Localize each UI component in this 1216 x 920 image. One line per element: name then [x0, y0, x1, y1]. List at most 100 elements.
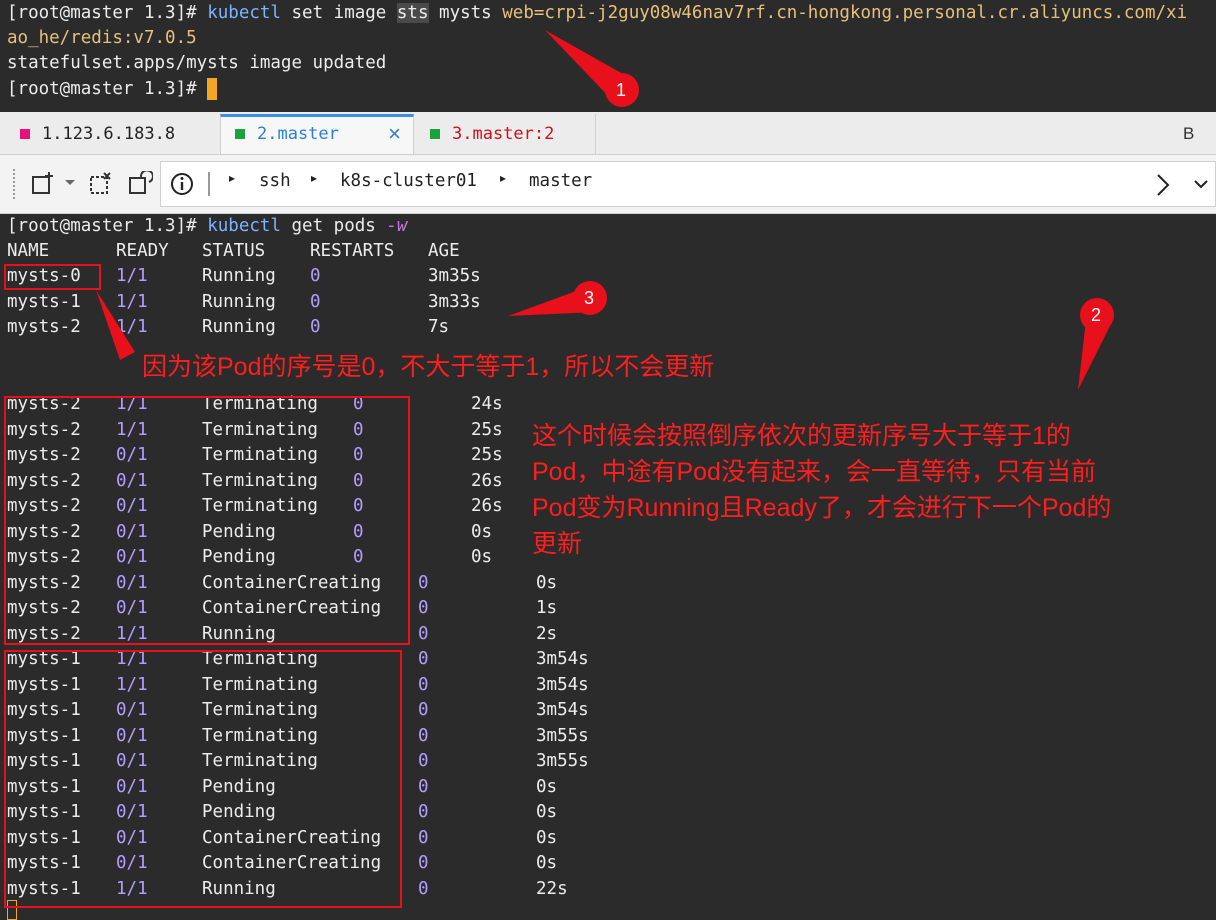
pod-age: 3m54s: [536, 674, 589, 695]
get-pods-command-line: [root@master 1.3]# kubectl get pods -w: [7, 214, 407, 239]
pod-restarts: 0: [310, 266, 321, 286]
pod-restarts: 0: [418, 776, 429, 797]
pod-restarts: 0: [418, 725, 429, 746]
command-name: kubectl: [207, 216, 281, 236]
pod-restarts: 0: [310, 291, 321, 312]
pod-restarts: 0: [418, 802, 429, 822]
pod-age: 1s: [536, 598, 558, 618]
pod-restarts: 0: [418, 878, 429, 899]
pod-age: 3m54s: [536, 649, 589, 669]
pod-restarts: 0: [310, 317, 321, 337]
chevron-right-icon[interactable]: [1155, 173, 1171, 197]
breadcrumb-ssh[interactable]: ssh: [259, 171, 291, 191]
prompt-hash: #: [186, 3, 197, 23]
pod-age: 3m54s: [536, 700, 589, 720]
pod-age: 0s: [536, 827, 558, 848]
divider: [208, 172, 210, 196]
breadcrumb-arrow-icon: ▸: [311, 171, 318, 185]
chevron-down-icon[interactable]: [1193, 179, 1209, 191]
pod-restarts: 0: [418, 649, 429, 669]
tab-label: 2.master: [257, 124, 339, 144]
new-session-icon[interactable]: [30, 171, 56, 197]
sts-arg: sts: [396, 3, 429, 23]
note-line: 更新: [532, 530, 583, 558]
set-image-command-line: [root@master 1.3]# kubectl set image sts…: [7, 1, 1187, 26]
note-line: Pod变为Running且Ready了，才会进行下一个Pod的: [532, 494, 1112, 522]
idle-prompt-line: [root@master 1.3]#: [7, 77, 218, 102]
pod-age: 2s: [536, 623, 558, 644]
breadcrumb-master[interactable]: master: [529, 171, 592, 191]
breadcrumb-arrow-icon: ▸: [500, 171, 507, 185]
set-image-result: statefulset.apps/mysts image updated: [7, 53, 387, 73]
pod-age: 7s: [428, 317, 450, 337]
pod-restarts: 0: [418, 751, 429, 771]
tab-label: 3.master:2: [452, 124, 555, 144]
pod-restarts: 0: [418, 623, 429, 644]
chevron-down-icon[interactable]: [64, 179, 76, 187]
highlight-box-mysts-2: [4, 396, 410, 645]
pod-status: Running: [202, 266, 276, 286]
prompt: [root@master 1.3]: [7, 79, 187, 99]
breadcrumb-cluster[interactable]: k8s-cluster01: [340, 171, 477, 191]
pod-age: 25s: [471, 419, 503, 440]
grip-handle-icon[interactable]: [13, 169, 19, 199]
session-toolbar: ▸ ssh ▸ k8s-cluster01 ▸ master: [0, 155, 1216, 214]
highlight-box-pod0: [4, 264, 101, 290]
pod-age: 0s: [536, 853, 558, 873]
pod-age: 3m55s: [536, 751, 589, 771]
note-line: Pod，中途有Pod没有起来，会一直等待，只有当前: [532, 458, 1096, 486]
pod-restarts: 0: [418, 572, 429, 593]
pod-age: 0s: [536, 776, 558, 797]
marker-3-label: 3: [584, 288, 595, 308]
highlight-box-mysts-1: [4, 650, 402, 908]
tab-session-2[interactable]: 2.master ×: [220, 114, 414, 154]
pod-restarts: 0: [418, 827, 429, 848]
command-args: get pods: [280, 216, 387, 236]
pod-age: 3m35s: [428, 266, 481, 286]
command-flag: -w: [386, 216, 408, 236]
pod-age: 3m33s: [428, 291, 481, 312]
image-arg: web=crpi-j2guy08w46nav7rf.cn-hongkong.pe…: [502, 3, 1188, 23]
prompt: [root@master 1.3]: [7, 3, 187, 23]
note-line: 这个时候会按照倒序依次的更新序号大于等于1的: [532, 422, 1071, 450]
pod-restarts: 0: [418, 853, 429, 873]
reconnect-icon[interactable]: [127, 171, 153, 197]
annotation-note-update-order: 这个时候会按照倒序依次的更新序号大于等于1的 Pod，中途有Pod没有起来，会一…: [532, 418, 1111, 562]
marker-1-label: 1: [616, 80, 627, 100]
pod-age: 24s: [471, 394, 503, 414]
pod-age: 22s: [536, 878, 568, 899]
pod-status: Running: [202, 317, 276, 337]
tab-session-3[interactable]: 3.master:2: [416, 114, 596, 154]
duplicate-session-icon[interactable]: [88, 171, 114, 197]
tab-label: 1.123.6.183.8: [42, 124, 176, 144]
pod-age: 0s: [536, 802, 558, 822]
prompt: [root@master 1.3]: [7, 216, 187, 236]
image-arg-continuation: ao_he/redis:v7.0.5: [7, 28, 197, 48]
close-icon[interactable]: ×: [388, 114, 401, 154]
pod-restarts: 0: [418, 700, 429, 720]
command-name: kubectl: [207, 3, 281, 23]
pod-ready: 1/1: [116, 317, 148, 337]
marker-2-label: 2: [1091, 305, 1102, 325]
pod-restarts: 0: [418, 674, 429, 695]
info-icon[interactable]: [170, 172, 194, 196]
pod-name: mysts-1: [7, 291, 81, 312]
session-color-icon: [20, 129, 30, 139]
tab-session-1[interactable]: 1.123.6.183.8: [6, 114, 220, 154]
column-header: NAME: [7, 241, 50, 261]
pod-age: 0s: [536, 572, 558, 593]
column-header: RESTARTS: [310, 241, 395, 261]
prompt-hash: #: [186, 216, 197, 236]
tab-overflow[interactable]: B: [1183, 114, 1203, 154]
pod-ready: 1/1: [116, 291, 148, 312]
column-header: AGE: [428, 241, 460, 261]
top-terminal[interactable]: [root@master 1.3]# kubectl set image sts…: [0, 0, 1216, 112]
prompt-hash: #: [186, 79, 197, 99]
column-header: READY: [116, 241, 169, 261]
pod-age: 26s: [471, 470, 503, 491]
pod-age: 26s: [471, 496, 503, 516]
session-color-icon: [430, 129, 440, 139]
column-header: STATUS: [202, 241, 266, 261]
address-bar[interactable]: ▸ ssh ▸ k8s-cluster01 ▸ master: [160, 161, 1216, 207]
pod-age: 0s: [471, 521, 493, 542]
